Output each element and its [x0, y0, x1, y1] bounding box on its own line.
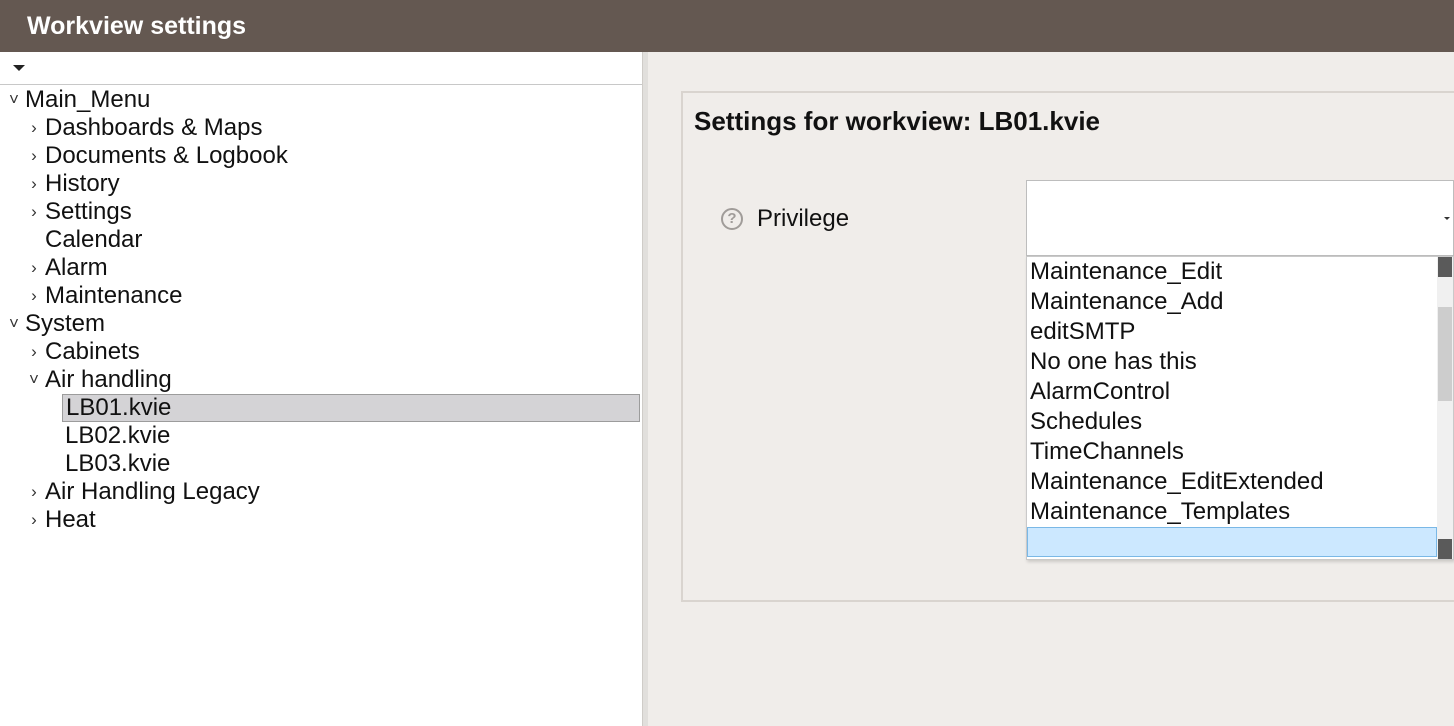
help-icon[interactable]: ?: [721, 208, 743, 230]
settings-panel: Settings for workview: LB01.kvie ? Privi…: [681, 91, 1454, 602]
privilege-select[interactable]: [1026, 180, 1454, 256]
tree-node-label: History: [45, 170, 120, 197]
privilege-label: Privilege: [757, 205, 850, 232]
tree-node-heat[interactable]: › Heat: [31, 506, 96, 534]
dropdown-scrollbar[interactable]: [1437, 257, 1453, 559]
tree-node-label: Documents & Logbook: [45, 142, 288, 169]
chevron-right-icon[interactable]: ›: [27, 506, 41, 534]
tree-node-label: Alarm: [45, 254, 108, 281]
tree-node-lb02[interactable]: LB02.kvie: [65, 422, 170, 450]
chevron-right-icon[interactable]: ›: [27, 142, 41, 170]
tree-node-cabinets[interactable]: › Cabinets: [31, 338, 140, 366]
settings-title: Settings for workview: LB01.kvie: [694, 106, 1101, 136]
settings-pane: Settings for workview: LB01.kvie ? Privi…: [648, 52, 1454, 726]
chevron-down-icon[interactable]: ˅: [7, 310, 21, 338]
tree-node-maintenance[interactable]: › Maintenance: [31, 282, 183, 310]
tree-node-air-handling[interactable]: ˅ Air handling: [29, 366, 172, 394]
privilege-option[interactable]: No one has this: [1027, 347, 1437, 377]
scroll-thumb[interactable]: [1438, 307, 1452, 401]
tree-node-label: System: [25, 310, 106, 337]
tree-node-label: LB03.kvie: [65, 450, 171, 477]
privilege-option[interactable]: Schedules: [1027, 407, 1437, 437]
privilege-option[interactable]: TimeChannels: [1027, 437, 1437, 467]
tree-node-alarm[interactable]: › Alarm: [31, 254, 108, 282]
privilege-option[interactable]: Maintenance_EditExtended: [1027, 467, 1437, 497]
tree-menu-dropdown-icon[interactable]: [13, 65, 25, 71]
privilege-option[interactable]: editSMTP: [1027, 317, 1437, 347]
tree-node-system[interactable]: ˅ System: [9, 310, 106, 338]
chevron-right-icon[interactable]: ›: [27, 282, 41, 310]
tree-node-history[interactable]: › History: [31, 170, 120, 198]
chevron-right-icon[interactable]: ›: [27, 198, 41, 226]
window-title: Workview settings: [0, 0, 1454, 52]
privilege-option[interactable]: Maintenance_Templates: [1027, 497, 1437, 527]
tree-node-main-menu[interactable]: ˅ Main_Menu: [9, 86, 151, 114]
chevron-right-icon[interactable]: ›: [27, 114, 41, 142]
tree-node-label: Maintenance: [45, 282, 183, 309]
scroll-up-button[interactable]: [1438, 257, 1452, 277]
chevron-down-icon[interactable]: ˅: [7, 86, 21, 114]
chevron-right-icon[interactable]: ›: [27, 338, 41, 366]
chevron-right-icon[interactable]: ›: [27, 170, 41, 198]
tree-node-label: LB01.kvie: [66, 394, 172, 421]
tree-node-lb03[interactable]: LB03.kvie: [65, 450, 170, 478]
tree-node-label: LB02.kvie: [65, 422, 171, 449]
tree-node-air-handling-legacy[interactable]: › Air Handling Legacy: [31, 478, 260, 506]
tree-node-documents-logbook[interactable]: › Documents & Logbook: [31, 142, 288, 170]
privilege-option-highlighted[interactable]: [1027, 527, 1437, 557]
tree-node-label: Main_Menu: [25, 86, 151, 113]
privilege-option[interactable]: Maintenance_Edit: [1027, 257, 1437, 287]
chevron-down-icon[interactable]: [1444, 217, 1450, 220]
tree-node-label: Heat: [45, 506, 96, 533]
privilege-option[interactable]: Maintenance_Add: [1027, 287, 1437, 317]
scroll-down-button[interactable]: [1438, 539, 1452, 559]
tree-node-label: Calendar: [45, 226, 143, 253]
privilege-options-list[interactable]: Maintenance_Edit Maintenance_Add editSMT…: [1026, 256, 1454, 560]
tree-pane: ˅ Main_Menu › Dashboards & Maps › Docume…: [0, 52, 642, 726]
tree-node-label: Cabinets: [45, 338, 140, 365]
chevron-down-icon[interactable]: ˅: [27, 366, 41, 394]
tree-node-label: Dashboards & Maps: [45, 114, 263, 141]
tree-node-settings[interactable]: › Settings: [31, 198, 132, 226]
chevron-right-icon[interactable]: ›: [27, 254, 41, 282]
chevron-right-icon[interactable]: ›: [27, 478, 41, 506]
tree-node-dashboards-maps[interactable]: › Dashboards & Maps: [31, 114, 263, 142]
tree-node-lb01-selected[interactable]: LB01.kvie: [62, 394, 640, 422]
tree-node-label: Settings: [45, 198, 132, 225]
privilege-option[interactable]: AlarmControl: [1027, 377, 1437, 407]
tree-node-label: Air Handling Legacy: [45, 478, 260, 505]
tree-node-calendar[interactable]: Calendar: [45, 226, 142, 254]
tree-node-label: Air handling: [45, 366, 172, 393]
tree-toolbar: [0, 52, 642, 85]
